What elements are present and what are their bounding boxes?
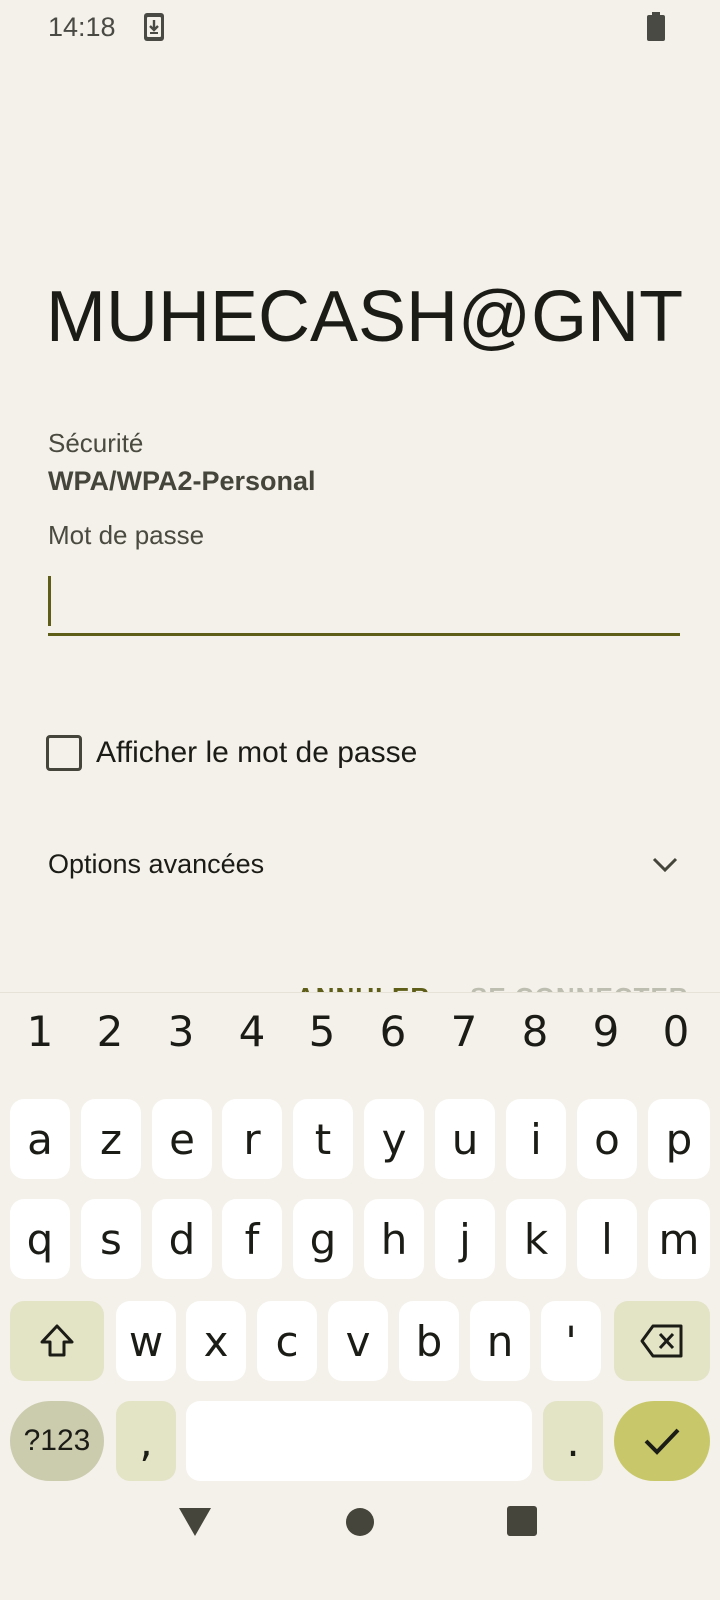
key-a[interactable]: a xyxy=(10,1099,70,1179)
key-r[interactable]: r xyxy=(222,1099,282,1179)
key-g[interactable]: g xyxy=(293,1199,353,1279)
key-b[interactable]: b xyxy=(399,1301,459,1381)
key-i[interactable]: i xyxy=(506,1099,566,1179)
network-name-title: MUHECASH@GNT xyxy=(46,277,684,357)
security-label: Sécurité xyxy=(48,428,144,458)
key-apostrophe[interactable]: ' xyxy=(541,1301,601,1381)
key-3[interactable]: 3 xyxy=(151,1007,211,1056)
key-c[interactable]: c xyxy=(257,1301,317,1381)
period-key[interactable]: . xyxy=(543,1401,603,1481)
show-password-row[interactable]: Afficher le mot de passe xyxy=(46,733,417,773)
cancel-button[interactable]: ANNULER xyxy=(296,980,430,992)
key-q[interactable]: q xyxy=(10,1199,70,1279)
key-2[interactable]: 2 xyxy=(80,1007,140,1056)
checkmark-icon xyxy=(644,1428,680,1455)
chevron-down-icon xyxy=(652,857,678,873)
space-key[interactable] xyxy=(186,1401,532,1481)
key-d[interactable]: d xyxy=(152,1199,212,1279)
symbols-key[interactable]: ?123 xyxy=(10,1401,104,1481)
key-5[interactable]: 5 xyxy=(292,1007,352,1056)
key-f[interactable]: f xyxy=(222,1199,282,1279)
key-h[interactable]: h xyxy=(364,1199,424,1279)
key-9[interactable]: 9 xyxy=(576,1007,636,1056)
password-input[interactable] xyxy=(48,574,680,636)
key-x[interactable]: x xyxy=(186,1301,246,1381)
backspace-key[interactable] xyxy=(614,1301,710,1381)
key-v[interactable]: v xyxy=(328,1301,388,1381)
text-cursor xyxy=(48,576,51,626)
key-p[interactable]: p xyxy=(648,1099,710,1179)
download-notification-icon xyxy=(144,13,164,41)
key-n[interactable]: n xyxy=(470,1301,530,1381)
key-8[interactable]: 8 xyxy=(505,1007,565,1056)
back-triangle-icon[interactable] xyxy=(177,1504,213,1540)
password-label: Mot de passe xyxy=(48,520,205,550)
key-o[interactable]: o xyxy=(577,1099,637,1179)
key-z[interactable]: z xyxy=(81,1099,141,1179)
battery-icon xyxy=(647,12,665,41)
key-y[interactable]: y xyxy=(364,1099,424,1179)
enter-key[interactable] xyxy=(614,1401,710,1481)
recents-square-icon[interactable] xyxy=(507,1506,537,1536)
security-value: WPA/WPA2-Personal xyxy=(48,466,316,496)
key-1[interactable]: 1 xyxy=(10,1007,70,1056)
show-password-checkbox[interactable] xyxy=(46,735,82,771)
key-t[interactable]: t xyxy=(293,1099,353,1179)
advanced-options-label: Options avancées xyxy=(48,848,265,879)
connect-button[interactable]: SE CONNECTER xyxy=(470,980,689,992)
status-time: 14:18 xyxy=(48,12,116,42)
key-l[interactable]: l xyxy=(577,1199,637,1279)
home-circle-icon[interactable] xyxy=(345,1507,375,1537)
key-s[interactable]: s xyxy=(81,1199,141,1279)
shift-arrow-icon xyxy=(40,1324,74,1357)
key-u[interactable]: u xyxy=(435,1099,495,1179)
key-4[interactable]: 4 xyxy=(222,1007,282,1056)
key-6[interactable]: 6 xyxy=(363,1007,423,1056)
comma-key[interactable]: , xyxy=(116,1401,176,1481)
number-row: 1 2 3 4 5 6 7 8 9 0 xyxy=(0,1007,720,1063)
shift-key[interactable] xyxy=(10,1301,104,1381)
key-0[interactable]: 0 xyxy=(646,1007,706,1056)
key-w[interactable]: w xyxy=(116,1301,176,1381)
key-7[interactable]: 7 xyxy=(434,1007,494,1056)
key-m[interactable]: m xyxy=(648,1199,710,1279)
advanced-options-row[interactable]: Options avancées xyxy=(48,842,680,886)
key-e[interactable]: e xyxy=(152,1099,212,1179)
show-password-label: Afficher le mot de passe xyxy=(96,736,418,769)
key-k[interactable]: k xyxy=(506,1199,566,1279)
soft-keyboard: 1 2 3 4 5 6 7 8 9 0 a z e r t y u i o p … xyxy=(0,992,720,1490)
key-j[interactable]: j xyxy=(435,1199,495,1279)
backspace-icon xyxy=(640,1324,683,1358)
